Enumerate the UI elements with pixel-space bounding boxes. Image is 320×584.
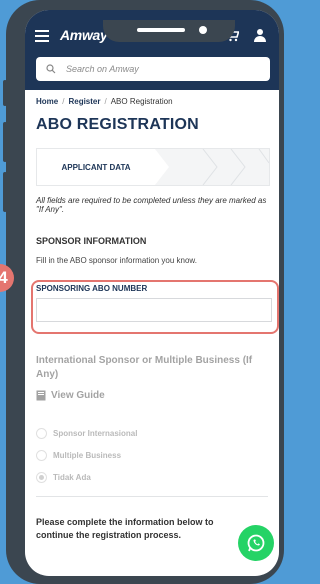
step-chevrons <box>202 149 269 185</box>
book-icon <box>36 390 46 401</box>
radio-button[interactable] <box>36 450 47 461</box>
phone-frame: Amway Home/Register/ABO Registration ABO… <box>3 0 284 584</box>
sponsor-section-title: SPONSOR INFORMATION <box>36 236 147 246</box>
sponsoring-abo-input[interactable] <box>36 298 272 322</box>
sponsor-section-desc: Fill in the ABO sponsor information you … <box>36 256 197 265</box>
radio-tidak-ada[interactable]: Tidak Ada <box>36 472 91 483</box>
divider <box>36 496 268 497</box>
whatsapp-chat-button[interactable] <box>238 525 274 561</box>
search-bar[interactable] <box>36 57 270 81</box>
registration-stepper: APPLICANT DATA <box>36 148 270 186</box>
search-icon <box>46 64 56 74</box>
required-note: All fields are required to be completed … <box>36 196 267 214</box>
view-guide-link[interactable]: View Guide <box>36 390 105 401</box>
radio-button-selected[interactable] <box>36 472 47 483</box>
intl-sponsor-title: International Sponsor or Multiple Busine… <box>36 355 253 380</box>
side-button <box>3 172 7 212</box>
breadcrumb-register[interactable]: Register <box>68 97 100 106</box>
radio-button[interactable] <box>36 428 47 439</box>
whatsapp-icon <box>247 534 265 552</box>
radio-sponsor-internasional[interactable]: Sponsor Internasional <box>36 428 137 439</box>
view-guide-label: View Guide <box>51 390 105 401</box>
step-arrow <box>155 149 169 185</box>
side-button <box>3 80 7 106</box>
breadcrumb-home[interactable]: Home <box>36 97 58 106</box>
breadcrumb-current: ABO Registration <box>110 97 173 106</box>
search-input[interactable] <box>64 63 248 75</box>
radio-label: Multiple Business <box>53 451 122 460</box>
step-applicant-data[interactable]: APPLICANT DATA <box>37 149 155 185</box>
hamburger-menu-icon[interactable] <box>35 30 49 42</box>
user-icon[interactable] <box>254 28 266 42</box>
phone-notch <box>103 20 235 42</box>
side-button <box>3 122 7 162</box>
breadcrumb: Home / Register / ABO Registration <box>36 97 173 106</box>
sponsoring-abo-label: SPONSORING ABO NUMBER <box>36 284 148 293</box>
amway-logo[interactable]: Amway <box>60 27 108 43</box>
screen: Amway Home/Register/ABO Registration ABO… <box>25 10 279 576</box>
continue-note: Please complete the information below to… <box>36 517 214 540</box>
page-title: ABO REGISTRATION <box>36 116 199 133</box>
radio-label: Sponsor Internasional <box>53 429 138 438</box>
radio-label: Tidak Ada <box>53 473 91 482</box>
radio-multiple-business[interactable]: Multiple Business <box>36 450 121 461</box>
